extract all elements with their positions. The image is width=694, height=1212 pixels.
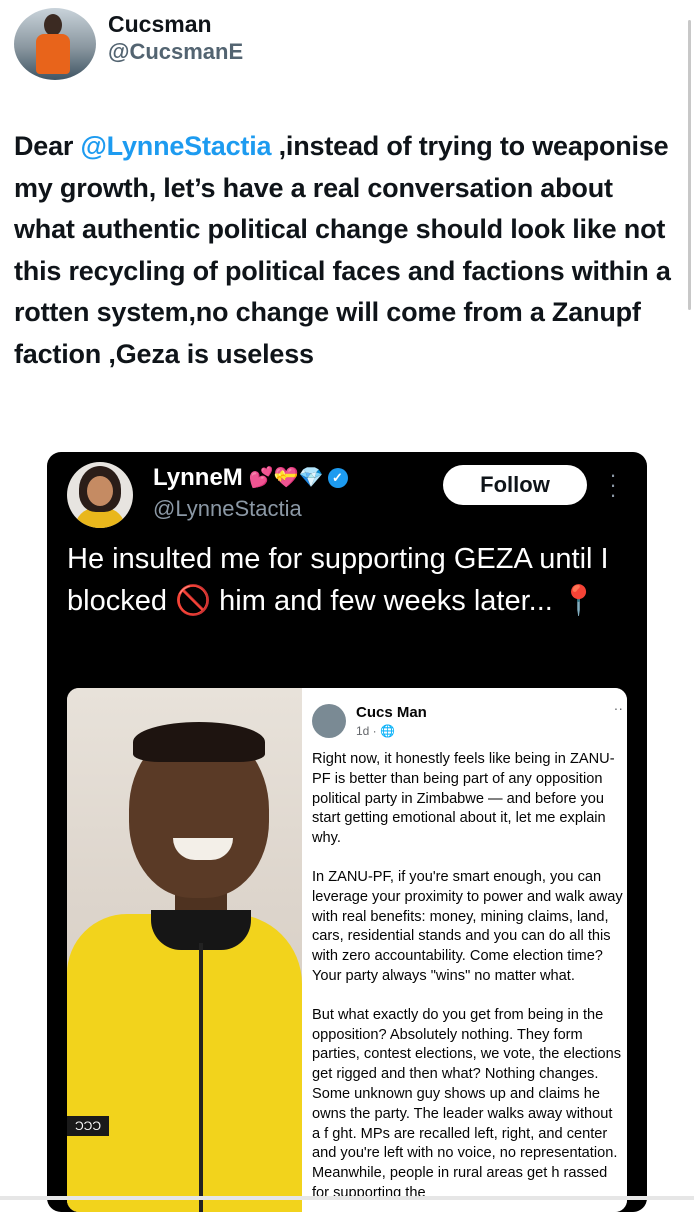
more-vertical-icon[interactable]: · · ·	[603, 464, 623, 506]
post-more-icon: ··	[613, 700, 623, 716]
post-meta: 1d · 🌐	[356, 724, 395, 738]
quoted-tweet-text: He insulted me for supporting GEZA until…	[67, 543, 609, 617]
tweet-text: Dear @LynneStactia ,instead of trying to…	[14, 126, 679, 376]
quoted-name-emoji: 💕💝💎	[248, 467, 324, 489]
tweet-text-end: ,instead of trying to weaponise my growt…	[14, 131, 671, 369]
mention-link[interactable]: @LynneStactia	[81, 131, 272, 161]
photo-zipper	[199, 943, 203, 1212]
tweet-author[interactable]: Cucsman @CucsmanE	[14, 8, 243, 80]
quoted-name-row: LynneM 💕💝💎 ✓	[153, 464, 348, 492]
post-paragraph: But what exactly do you get from being i…	[312, 1006, 622, 1201]
scrollbar[interactable]	[688, 20, 691, 310]
post-paragraph: In ZANU-PF, if you're smart enough, you …	[312, 868, 623, 984]
tweet-text-start: Dear	[14, 131, 81, 161]
author-name[interactable]: Cucsman	[108, 10, 243, 38]
quoted-author-handle[interactable]: @LynneStactia	[153, 496, 302, 522]
avatar-head	[44, 14, 62, 36]
quoted-avatar[interactable]	[67, 462, 133, 528]
author-names: Cucsman @CucsmanE	[108, 10, 243, 66]
verified-badge-icon: ✓	[327, 468, 348, 488]
author-handle[interactable]: @CucsmanE	[108, 38, 243, 66]
post-avatar	[312, 704, 346, 738]
photo-hair	[133, 722, 265, 762]
quoted-author-name[interactable]: LynneM	[153, 464, 243, 492]
bottom-divider	[0, 1196, 694, 1200]
post-body: Right now, it honestly feels like being …	[312, 750, 624, 1212]
post-paragraph: Right now, it honestly feels like being …	[312, 751, 615, 847]
post-author: Cucs Man	[356, 704, 427, 721]
avatar-lifejacket	[36, 34, 70, 74]
follow-button[interactable]: Follow	[443, 465, 587, 505]
author-avatar[interactable]	[14, 8, 96, 80]
photo-jacket	[67, 914, 302, 1212]
man-photo: ƆƆƆ	[67, 688, 302, 1212]
avatar-face	[87, 476, 113, 506]
quoted-tweet-screenshot[interactable]: LynneM 💕💝💎 ✓ @LynneStactia Follow · · · He…	[47, 452, 647, 1212]
facebook-post-screenshot: Cucs Man 1d · 🌐 ·· Right now, it honestl…	[302, 688, 627, 1212]
photo-badge: ƆƆƆ	[67, 1116, 109, 1136]
attached-image[interactable]: ƆƆƆ Cucs Man 1d · 🌐 ·· Right now, it hon…	[67, 688, 627, 1212]
